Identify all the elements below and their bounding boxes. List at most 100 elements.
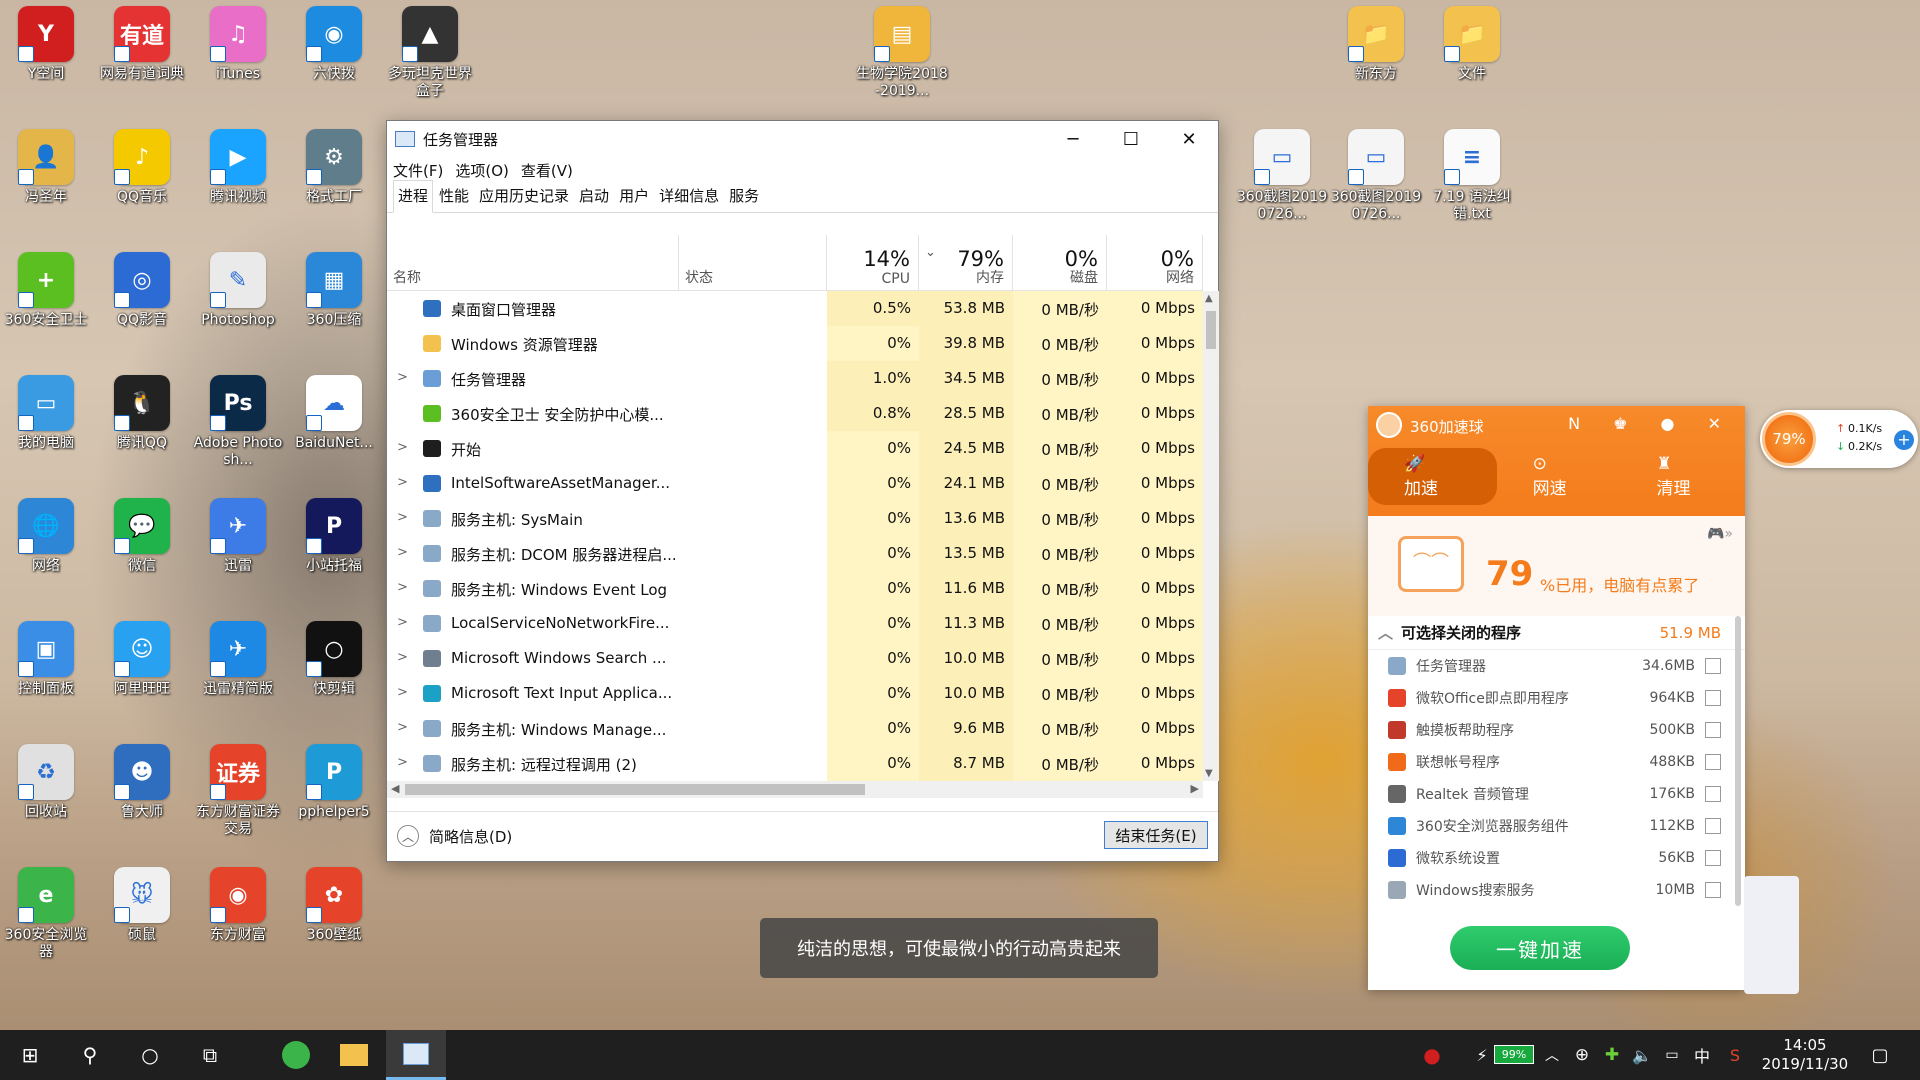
desktop-icon[interactable]: ▶ 腾讯视频 [192,129,284,206]
fewer-details-toggle[interactable]: ︿ 简略信息(D) [397,825,512,847]
sogou-icon[interactable]: S [1720,1030,1750,1080]
menu-options[interactable]: 选项(O) [455,160,509,181]
desktop-icon[interactable]: ▣ 控制面板 [0,621,92,698]
keyboard-icon[interactable]: ▭ [1658,1030,1686,1080]
process-row[interactable]: > 任务管理器 1.0% 34.5 MB 0 MB/秒 0 Mbps [387,361,1203,396]
scroll-up-icon[interactable]: ▲ [1205,293,1213,304]
game-mode-icon[interactable]: 🎮» [1707,526,1733,542]
closable-program-item[interactable]: 任务管理器 34.6MB [1368,650,1745,682]
closable-program-item[interactable]: 微软Office即点即用程序 964KB [1368,682,1745,714]
desktop-icon[interactable]: ♻ 回收站 [0,744,92,821]
column-name[interactable]: 名称 [387,235,679,291]
desktop-icon[interactable]: 🌐 网络 [0,498,92,575]
desktop-icon[interactable]: ✿ 360壁纸 [288,867,380,944]
desktop-icon[interactable]: ☁ BaiduNet... [288,375,380,452]
expand-chevron-icon[interactable]: > [397,720,408,735]
search-icon[interactable]: ⚲ [60,1030,120,1080]
cortana-icon[interactable]: ○ [120,1030,180,1080]
desktop-icon[interactable]: Ps Adobe Photosh... [192,375,284,469]
expand-chevron-icon[interactable]: > [397,440,408,455]
desktop-icon[interactable]: +360安全卫士 [0,252,92,329]
program-checkbox[interactable] [1705,786,1721,802]
closable-program-item[interactable]: Realtek 音频管理 176KB [1368,778,1745,810]
process-row[interactable]: > 服务主机: Windows Event Log 0% 11.6 MB 0 MB/秒 0… [387,571,1203,606]
desktop-icon[interactable]: ☺ 阿里旺旺 [96,621,188,698]
process-row[interactable]: > 开始 0% 24.5 MB 0 MB/秒 0 Mbps [387,431,1203,466]
start-icon[interactable]: ⊞ [0,1030,60,1080]
task-manager-window[interactable]: 任务管理器 ─ ☐ ✕ 文件(F) 选项(O) 查看(V) 进程 性能 应用历史… [386,120,1219,862]
desktop-icon[interactable]: P 小站托福 [288,498,380,575]
battery-indicator[interactable]: 99% [1494,1045,1534,1064]
clock[interactable]: 14:05 2019/11/30 [1760,1036,1850,1074]
tray-yspace-icon[interactable]: ● [1410,1030,1454,1080]
desktop-icon[interactable]: ▭ 我的电脑 [0,375,92,452]
desktop-icon[interactable]: ▲ 多玩坦克世界盒子 [384,6,476,100]
scroll-down-icon[interactable]: ▼ [1205,768,1213,779]
closable-program-item[interactable]: 联想帐号程序 488KB [1368,746,1745,778]
header-icons[interactable]: N ♚ ● ✕ [1568,414,1735,433]
avatar[interactable] [1376,412,1402,438]
closable-program-item[interactable]: 触摸板帮助程序 500KB [1368,714,1745,746]
process-row[interactable]: > Microsoft Text Input Applica... 0% 10.0 M… [387,676,1203,711]
desktop-icon[interactable]: Ppphelper5 [288,744,380,821]
closable-list-header[interactable]: ︿ 可选择关闭的程序 51.9 MB [1368,616,1745,650]
one-click-accelerate-button[interactable]: 一键加速 [1450,926,1630,970]
close-button[interactable]: ✕ [1160,121,1218,157]
tab-clean[interactable]: ♜ 清理 [1620,448,1745,505]
expand-chevron-icon[interactable]: > [397,755,408,770]
ime-indicator[interactable]: 中 [1688,1030,1716,1080]
desktop-icon[interactable]: e 360安全浏览器 [0,867,92,961]
expand-chevron-icon[interactable]: > [397,580,408,595]
memory-percent-ball[interactable]: 79% [1762,412,1816,466]
tray-360-icon[interactable]: ✚ [1598,1030,1626,1080]
hscrollbar-thumb[interactable] [405,784,865,795]
taskbar-360browser[interactable] [268,1030,324,1080]
closable-program-item[interactable]: 微软系统设置 56KB [1368,842,1745,874]
desktop-icon[interactable]: ▤ 生物学院2018-2019... [856,6,948,100]
program-checkbox[interactable] [1705,850,1721,866]
desktop-icon[interactable]: 👤 冯圣年 [0,129,92,206]
tab-performance[interactable]: 性能 [435,181,473,212]
tab-startup[interactable]: 启动 [575,181,613,212]
expand-chevron-icon[interactable]: > [397,615,408,630]
tab-users[interactable]: 用户 [615,181,653,212]
desktop-icon[interactable]: ♫ iTunes [192,6,284,83]
desktop-icon[interactable]: 🐭 硕鼠 [96,867,188,944]
desktop-icon[interactable]: ✎ Photoshop [192,252,284,329]
program-checkbox[interactable] [1705,690,1721,706]
tray-expand-icon[interactable]: ︿ [1540,1030,1564,1080]
process-row[interactable]: 桌面窗口管理器 0.5% 53.8 MB 0 MB/秒 0 Mbps [387,291,1203,326]
tab-accelerate[interactable]: 🚀 加速 [1368,447,1497,505]
program-checkbox[interactable] [1705,754,1721,770]
task-view-icon[interactable]: ⧉ [180,1030,240,1080]
tab-processes[interactable]: 进程 [393,180,434,213]
maximize-button[interactable]: ☐ [1102,121,1160,157]
taskbar-task-manager[interactable] [386,1030,446,1080]
desktop-icon[interactable]: ▭ 360截图20190726... [1236,129,1328,223]
expand-chevron-icon[interactable]: > [397,510,408,525]
taskbar-explorer[interactable] [326,1030,382,1080]
process-row[interactable]: > 服务主机: SysMain 0% 13.6 MB 0 MB/秒 0 Mbps [387,501,1203,536]
expand-chevron-icon[interactable]: > [397,685,408,700]
plus-icon[interactable]: + [1894,430,1914,450]
minimize-button[interactable]: ─ [1044,121,1102,157]
desktop-icon[interactable]: ▦ 360压缩 [288,252,380,329]
desktop-icon[interactable]: 💬 微信 [96,498,188,575]
process-row[interactable]: > LocalServiceNoNetworkFire... 0% 11.3 MB 0 … [387,606,1203,641]
desktop-icon[interactable]: ✈ 迅雷 [192,498,284,575]
accelerator-scrollbar[interactable] [1735,616,1741,906]
tab-services[interactable]: 服务 [725,181,763,212]
program-checkbox[interactable] [1705,882,1721,898]
process-row[interactable]: > 服务主机: DCOM 服务器进程启... 0% 13.5 MB 0 MB/秒 0 Mb… [387,536,1203,571]
volume-icon[interactable]: 🔈 [1628,1030,1656,1080]
tab-details[interactable]: 详细信息 [655,181,723,212]
desktop-icon[interactable]: ◉ 六快拨 [288,6,380,83]
desktop-icon[interactable]: ♪ QQ音乐 [96,129,188,206]
column-cpu[interactable]: 14% CPU [827,235,919,291]
column-status[interactable]: 状态 [679,235,827,291]
expand-chevron-icon[interactable]: > [397,545,408,560]
desktop-icon[interactable]: 🐧 腾讯QQ [96,375,188,452]
desktop-icon[interactable]: ⚙ 格式工厂 [288,129,380,206]
process-list[interactable]: 桌面窗口管理器 0.5% 53.8 MB 0 MB/秒 0 Mbps Windows 资源… [387,291,1203,781]
vertical-scrollbar[interactable]: ▲ ▼ [1203,291,1219,781]
